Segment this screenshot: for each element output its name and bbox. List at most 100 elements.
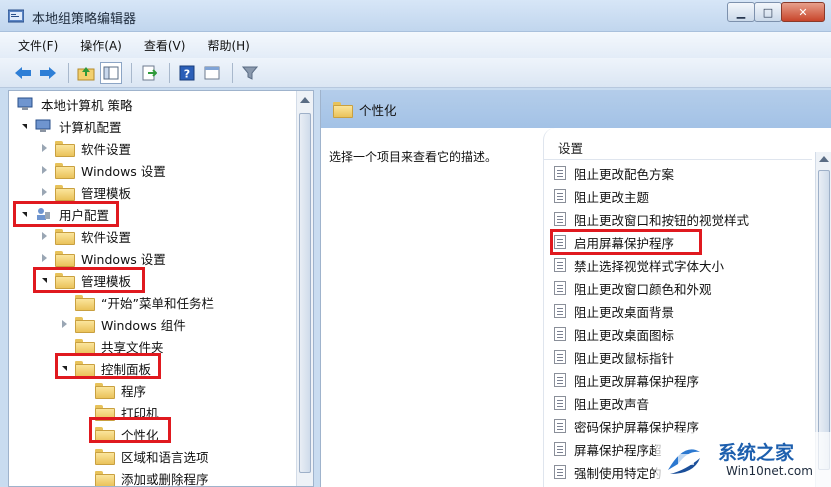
policy-setting-icon <box>554 258 566 272</box>
window-title: 本地组策略编辑器 <box>32 12 137 27</box>
setting-row[interactable]: 阻止更改主题 <box>554 185 649 207</box>
setting-row[interactable]: 阻止更改窗口和按钮的视觉样式 <box>554 208 749 230</box>
close-button[interactable]: ✕ <box>781 2 825 22</box>
menu-file[interactable]: 文件(F) <box>18 37 58 54</box>
tree-label: 软件设置 <box>81 141 132 157</box>
tree-scrollbar[interactable] <box>296 91 313 486</box>
tree-item-programs[interactable]: 程序 <box>79 379 146 401</box>
policy-setting-icon <box>554 442 566 456</box>
setting-row[interactable]: 禁止选择视觉样式字体大小 <box>554 254 724 276</box>
expand-arrow-icon[interactable] <box>39 231 49 241</box>
expand-arrow-icon[interactable] <box>39 253 49 263</box>
menu-bar: 文件(F) 操作(A) 查看(V) 帮助(H) <box>0 32 831 58</box>
up-folder-button[interactable] <box>75 62 97 84</box>
setting-label: 阻止更改桌面图标 <box>574 327 675 343</box>
setting-label: 禁止选择视觉样式字体大小 <box>574 258 725 274</box>
tree-item-windows-settings[interactable]: Windows 设置 <box>39 159 166 181</box>
tree-item-add-remove-programs[interactable]: 添加或删除程序 <box>79 467 209 487</box>
folder-icon <box>55 141 75 157</box>
tree-item-region-language[interactable]: 区域和语言选项 <box>79 445 209 467</box>
policy-setting-icon <box>554 327 566 341</box>
policy-setting-icon <box>554 212 566 226</box>
export-button[interactable] <box>138 62 160 84</box>
highlight-screensaver <box>550 229 702 255</box>
maximize-button[interactable]: □ <box>754 2 782 22</box>
setting-row[interactable]: 阻止更改窗口颜色和外观 <box>554 277 712 299</box>
setting-row[interactable]: 阻止更改声音 <box>554 392 649 414</box>
setting-label: 阻止更改配色方案 <box>574 166 675 182</box>
tree-item-admin-templates[interactable]: 管理模板 <box>39 181 131 203</box>
setting-row[interactable]: 阻止更改桌面图标 <box>554 323 674 345</box>
collapse-arrow-icon[interactable] <box>19 121 29 131</box>
setting-label: 屏幕保护程序超 <box>574 442 662 458</box>
folder-icon <box>55 163 75 179</box>
computer-config-icon <box>35 119 51 133</box>
setting-label: 阻止更改桌面背景 <box>574 304 675 320</box>
menu-help[interactable]: 帮助(H) <box>207 37 249 54</box>
setting-row[interactable]: 阻止更改配色方案 <box>554 162 674 184</box>
back-button[interactable] <box>12 62 34 84</box>
policy-setting-icon <box>554 189 566 203</box>
menu-action[interactable]: 操作(A) <box>80 37 122 54</box>
setting-label: 阻止更改声音 <box>574 396 650 412</box>
tree-root[interactable]: 本地计算机 策略 <box>17 93 132 115</box>
policy-setting-icon <box>554 281 566 295</box>
folder-icon <box>95 383 115 399</box>
tree-label: Windows 设置 <box>81 251 166 267</box>
tree-label: 区域和语言选项 <box>121 449 209 465</box>
toolbar-separator <box>232 62 233 83</box>
group-policy-app-icon <box>8 9 24 23</box>
folder-icon <box>55 229 75 245</box>
tree-label: Windows 设置 <box>81 163 166 179</box>
properties-icon <box>204 66 220 79</box>
expand-arrow-icon[interactable] <box>39 143 49 153</box>
setting-row[interactable]: 屏幕保护程序超 <box>554 438 662 460</box>
tree-item-user-windows-settings[interactable]: Windows 设置 <box>39 247 166 269</box>
computer-policy-icon <box>17 97 33 111</box>
setting-row[interactable]: 阻止更改屏幕保护程序 <box>554 369 699 391</box>
watermark: 系统之家 Win10net.com <box>656 432 831 487</box>
setting-row[interactable]: 阻止更改鼠标指针 <box>554 346 674 368</box>
setting-label: 阻止更改鼠标指针 <box>574 350 675 366</box>
maximize-icon: □ <box>762 5 774 19</box>
tree-item-start-menu-taskbar[interactable]: “开始”菜单和任务栏 <box>59 291 214 313</box>
minimize-button[interactable]: ▁ <box>727 2 755 22</box>
expand-arrow-icon[interactable] <box>39 165 49 175</box>
help-button[interactable]: ? <box>176 62 198 84</box>
tree-label: “开始”菜单和任务栏 <box>101 295 214 311</box>
tree-item-software-settings[interactable]: 软件设置 <box>39 137 131 159</box>
folder-icon <box>333 102 353 118</box>
scroll-thumb[interactable] <box>818 170 830 470</box>
highlight-user-config <box>13 201 119 227</box>
filter-icon <box>242 66 258 80</box>
menu-view[interactable]: 查看(V) <box>144 37 186 54</box>
help-icon: ? <box>179 65 195 80</box>
tree-item-windows-components[interactable]: Windows 组件 <box>59 313 186 335</box>
policy-setting-icon <box>554 419 566 433</box>
show-hide-tree-button[interactable] <box>100 61 122 84</box>
setting-label: 强制使用特定的 <box>574 465 662 481</box>
tree-pane[interactable]: 本地计算机 策略 计算机配置 软件设置 Windows 设置 管理模板 用户配置… <box>8 90 314 487</box>
setting-row[interactable]: 阻止更改桌面背景 <box>554 300 674 322</box>
highlight-personalization <box>89 417 171 443</box>
expand-arrow-icon[interactable] <box>59 319 69 329</box>
setting-row[interactable]: 强制使用特定的 <box>554 461 662 483</box>
tree-label: 计算机配置 <box>59 119 122 135</box>
column-header-setting[interactable]: 设置 <box>544 136 812 160</box>
details-title: 个性化 <box>359 102 397 118</box>
expand-arrow-icon[interactable] <box>39 187 49 197</box>
folder-icon <box>75 317 95 333</box>
tree-label: 添加或删除程序 <box>121 471 209 487</box>
scroll-thumb[interactable] <box>299 113 311 473</box>
forward-button[interactable] <box>37 62 59 84</box>
tree-item-user-software-settings[interactable]: 软件设置 <box>39 225 131 247</box>
scroll-up-icon[interactable] <box>819 156 829 162</box>
tree-item-computer-config[interactable]: 计算机配置 <box>19 115 122 137</box>
filter-button[interactable] <box>239 62 261 84</box>
properties-button[interactable] <box>201 62 223 84</box>
scroll-up-icon[interactable] <box>300 97 310 103</box>
policy-setting-icon <box>554 465 566 479</box>
